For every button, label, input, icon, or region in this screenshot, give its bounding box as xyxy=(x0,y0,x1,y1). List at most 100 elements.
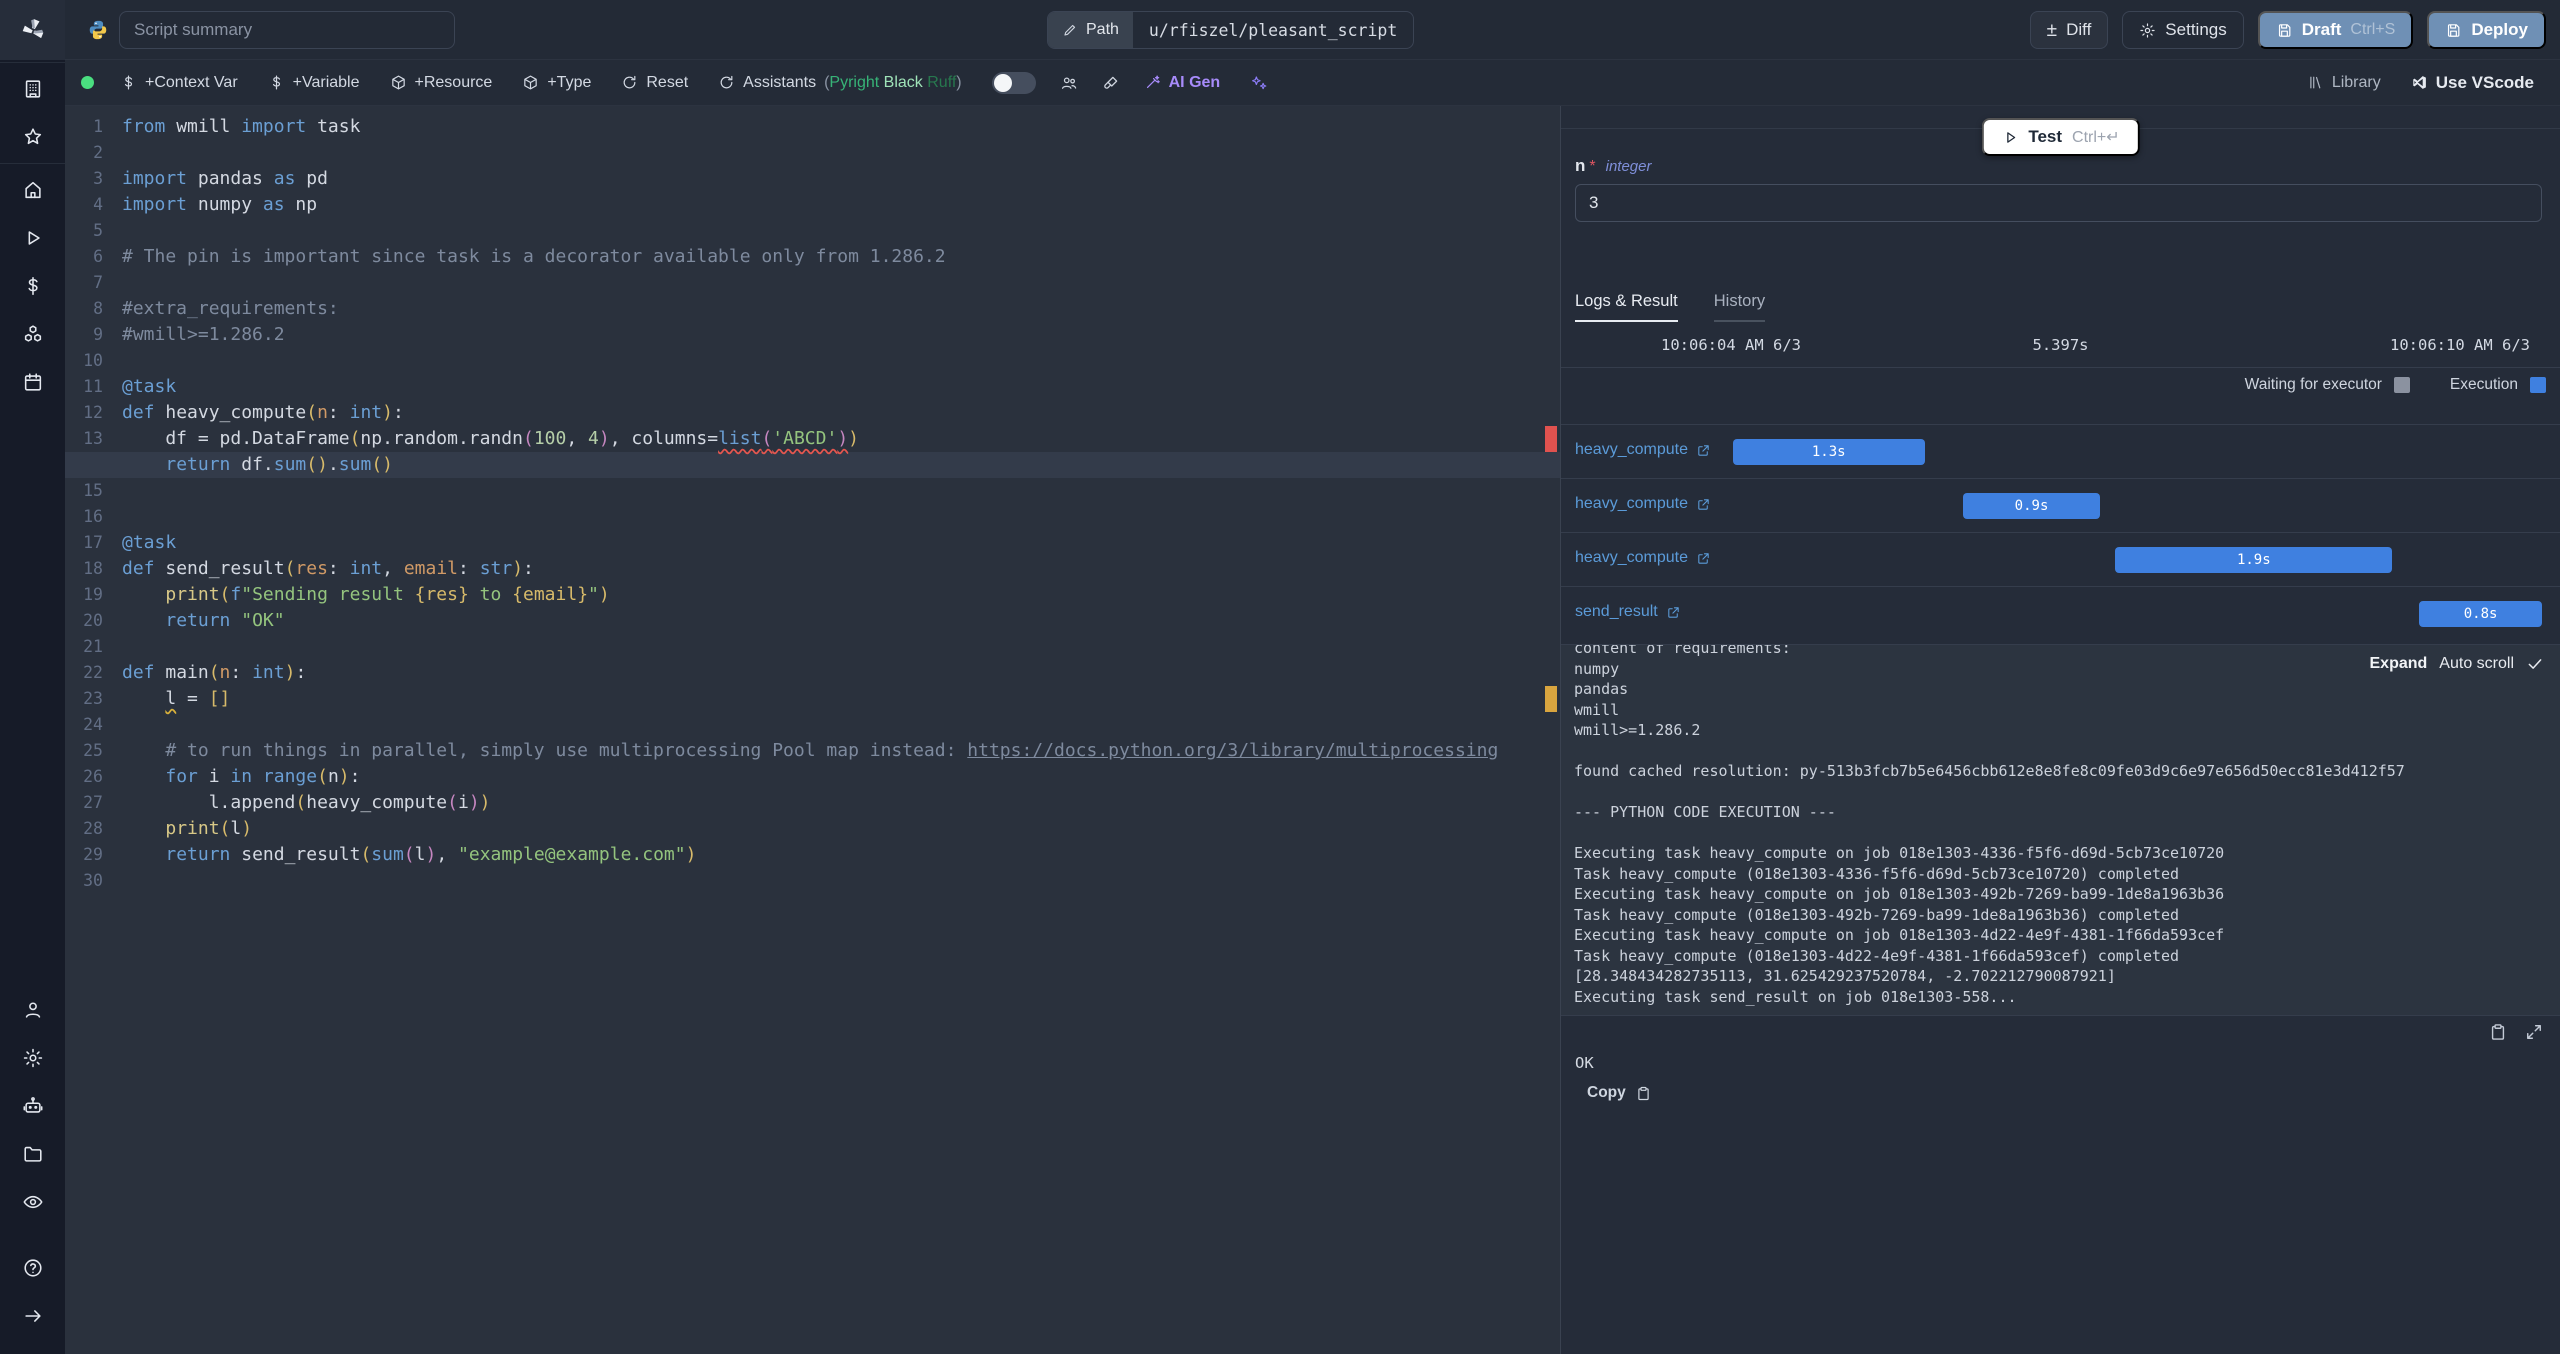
assistants-toggle[interactable] xyxy=(991,71,1036,94)
code-line-11[interactable]: @task xyxy=(65,374,1560,400)
code-line-7[interactable] xyxy=(65,270,1560,296)
task-link-heavy_compute[interactable]: heavy_compute xyxy=(1575,549,1711,567)
sidebar-item-cubes[interactable] xyxy=(13,314,53,354)
code-line-1[interactable]: from wmill import task xyxy=(65,114,1560,140)
editor-toolbar: +Context Var +Variable +Resource +Type R… xyxy=(65,60,2560,106)
code-line-19[interactable]: print(f"Sending result {res} to {email}"… xyxy=(65,582,1560,608)
tab-logs-result[interactable]: Logs & Result xyxy=(1575,292,1678,322)
code-line-27[interactable]: l.append(heavy_compute(i)) xyxy=(65,790,1560,816)
code-line-9[interactable]: #wmill>=1.286.2 xyxy=(65,322,1560,348)
code-line-4[interactable]: import numpy as np xyxy=(65,192,1560,218)
code-line-21[interactable] xyxy=(65,634,1560,660)
library-button[interactable]: Library xyxy=(2307,74,2381,92)
code-line-18[interactable]: def send_result(res: int, email: str): xyxy=(65,556,1560,582)
add-resource-button[interactable]: +Resource xyxy=(390,74,492,92)
code-line-22[interactable]: def main(n: int): xyxy=(65,660,1560,686)
code-line-12[interactable]: def heavy_compute(n: int): xyxy=(65,400,1560,426)
code-line-6[interactable]: # The pin is important since task is a d… xyxy=(65,244,1560,270)
code-line-5[interactable] xyxy=(65,218,1560,244)
expand-logs-button[interactable]: Expand xyxy=(2370,655,2428,673)
code-line-15[interactable] xyxy=(65,478,1560,504)
sidebar-item-folder[interactable] xyxy=(13,1134,53,1174)
code-line-8[interactable]: #extra_requirements: xyxy=(65,296,1560,322)
duration-bar[interactable]: 1.9s xyxy=(2115,547,2393,573)
script-summary-input[interactable] xyxy=(119,11,455,49)
external-link-icon xyxy=(1698,444,1709,456)
code-line-29[interactable]: return send_result(sum(l), "example@exam… xyxy=(65,842,1560,868)
duration-bar[interactable]: 0.9s xyxy=(1962,493,2101,519)
help-icon xyxy=(23,1259,42,1277)
code-line-14[interactable]: return df.sum().sum() xyxy=(65,452,1560,478)
script-arguments: n * integer xyxy=(1575,156,2542,222)
use-vscode-button[interactable]: Use VScode xyxy=(2411,73,2534,93)
sidebar-item-user[interactable] xyxy=(13,990,53,1030)
ai-gen-button[interactable]: AI Gen xyxy=(1144,74,1220,92)
logs-panel[interactable]: content of requirements: numpy pandas wm… xyxy=(1561,644,2560,1016)
diff-button[interactable]: ± Diff xyxy=(2029,11,2109,49)
add-type-button[interactable]: +Type xyxy=(522,74,591,92)
sidebar-item-arrow-right[interactable] xyxy=(13,1296,53,1336)
deploy-button[interactable]: Deploy xyxy=(2427,11,2546,49)
sidebar-item-robot[interactable] xyxy=(13,1086,53,1126)
execution-row: send_result 0.8s xyxy=(1561,586,2560,640)
code-line-26[interactable]: for i in range(n): xyxy=(65,764,1560,790)
external-link-icon xyxy=(1698,552,1709,564)
code-line-24[interactable] xyxy=(65,712,1560,738)
arg-n-input[interactable] xyxy=(1575,184,2542,222)
sidebar-item-calendar[interactable] xyxy=(13,362,53,402)
code-line-25[interactable]: # to run things in parallel, simply use … xyxy=(65,738,1560,764)
run-duration: 5.397s xyxy=(2032,336,2089,354)
code-line-3[interactable]: import pandas as pd xyxy=(65,166,1560,192)
code-line-20[interactable]: return "OK" xyxy=(65,608,1560,634)
run-panel: Test Ctrl+↵ n * integer Logs & Result Hi… xyxy=(1560,106,2560,1354)
task-link-heavy_compute[interactable]: heavy_compute xyxy=(1575,441,1711,459)
sidebar-item-help[interactable] xyxy=(13,1248,53,1288)
reset-button[interactable]: Reset xyxy=(621,74,688,92)
code-line-28[interactable]: print(l) xyxy=(65,816,1560,842)
task-link-heavy_compute[interactable]: heavy_compute xyxy=(1575,495,1711,513)
sidebar-item-gear[interactable] xyxy=(13,1038,53,1078)
sidebar-item-star[interactable] xyxy=(13,117,53,157)
code-line-16[interactable] xyxy=(65,504,1560,530)
result-tabs: Logs & Result History xyxy=(1575,292,1766,322)
code-line-13[interactable]: df = pd.DataFrame(np.random.randn(100, 4… xyxy=(65,426,1560,452)
task-link-send_result[interactable]: send_result xyxy=(1575,603,1681,621)
copy-result-button[interactable]: Copy xyxy=(1587,1084,1652,1102)
check-icon[interactable] xyxy=(2526,655,2544,673)
code-lines[interactable]: from wmill import task import pandas as p… xyxy=(65,114,1560,894)
code-line-30[interactable] xyxy=(65,868,1560,894)
timeline-legend: Waiting for executor Execution xyxy=(2219,376,2546,394)
sparkles-icon[interactable] xyxy=(1250,74,1268,92)
settings-button[interactable]: Settings xyxy=(2122,11,2244,49)
code-editor[interactable]: 1234567891011121314151617181920212223242… xyxy=(65,106,1560,1354)
rotate-icon xyxy=(720,75,733,89)
draft-shortcut: Ctrl+S xyxy=(2350,21,2396,38)
code-line-2[interactable] xyxy=(65,140,1560,166)
fullscreen-icon[interactable] xyxy=(2524,1022,2544,1042)
draft-button[interactable]: Draft Ctrl+S xyxy=(2257,11,2414,49)
sidebar-item-building[interactable] xyxy=(13,69,53,109)
sidebar-item-eye[interactable] xyxy=(13,1182,53,1222)
code-line-23[interactable]: l = [] xyxy=(65,686,1560,712)
duration-bar[interactable]: 0.8s xyxy=(2419,601,2543,627)
path-edit-button[interactable]: Path xyxy=(1048,12,1133,48)
building-icon xyxy=(25,80,40,98)
play-icon xyxy=(2006,131,2015,143)
format-brush-icon[interactable] xyxy=(1102,74,1120,92)
add-variable-button[interactable]: +Variable xyxy=(268,74,360,92)
path-selector[interactable]: Path u/rfiszel/pleasant_script xyxy=(1047,11,1415,49)
tab-history[interactable]: History xyxy=(1713,292,1766,322)
sidebar-item-dollar[interactable] xyxy=(13,266,53,306)
add-context-var-button[interactable]: +Context Var xyxy=(120,74,238,92)
log-output: content of requirements: numpy pandas wm… xyxy=(1574,644,2405,1006)
sidebar-item-home[interactable] xyxy=(13,170,53,210)
code-line-17[interactable]: @task xyxy=(65,530,1560,556)
duration-bar[interactable]: 1.3s xyxy=(1732,439,1925,465)
test-button[interactable]: Test Ctrl+↵ xyxy=(1981,118,2140,156)
multiplayer-icon[interactable] xyxy=(1060,74,1078,92)
sidebar-item-play[interactable] xyxy=(13,218,53,258)
assistants-button[interactable]: Assistants (Pyright Black Ruff) xyxy=(718,74,962,92)
copy-logs-icon[interactable] xyxy=(2488,1022,2508,1042)
windmill-logo-icon[interactable] xyxy=(0,0,65,60)
code-line-10[interactable] xyxy=(65,348,1560,374)
